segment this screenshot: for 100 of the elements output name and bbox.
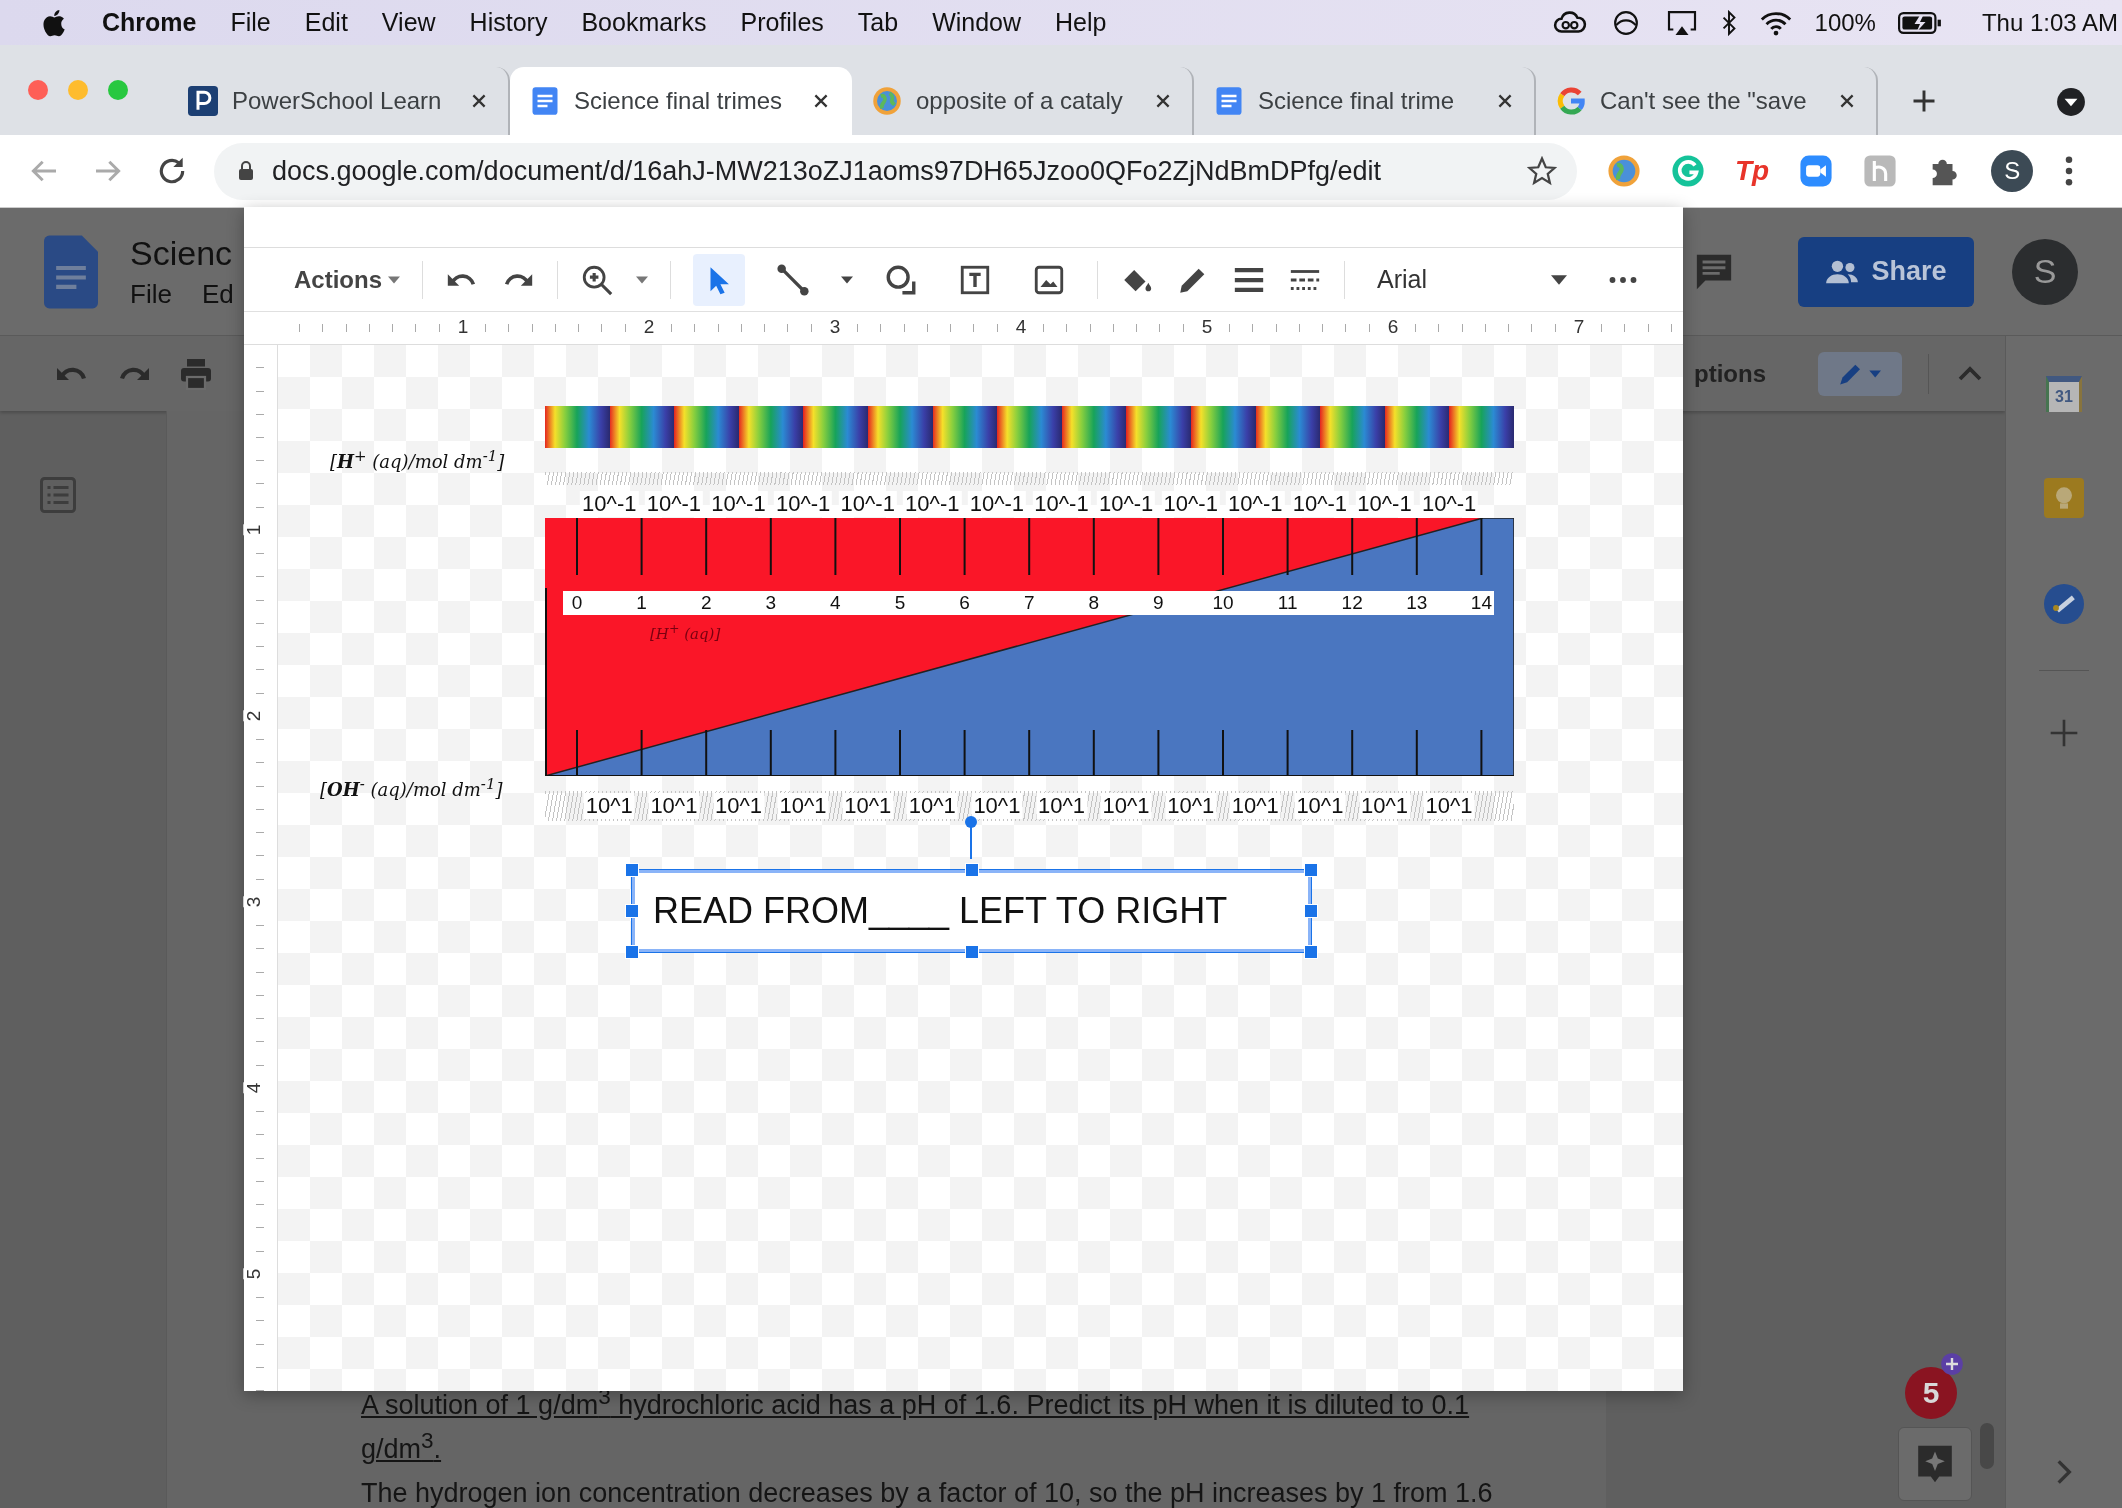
menu-item[interactable]: Bookmarks [581, 8, 707, 37]
menu-item[interactable]: View [381, 8, 436, 37]
document-icon [1214, 86, 1244, 116]
select-tool[interactable] [693, 253, 745, 306]
resize-handle[interactable] [625, 863, 639, 877]
menu-item[interactable]: File [130, 278, 172, 310]
scale-label: 10^1 [1359, 793, 1410, 819]
resize-handle[interactable] [964, 863, 979, 877]
font-dropdown[interactable]: Arial [1367, 265, 1567, 294]
caret-icon[interactable] [841, 275, 853, 284]
favicon-icon [188, 86, 218, 116]
resize-handle[interactable] [625, 904, 639, 918]
menu-item[interactable]: File [230, 8, 271, 37]
address-bar[interactable]: docs.google.com/document/d/16ahJ-MW213oZJ1aoms97DH65Jzoo0QFo2ZjNdBmDPfg/edit [214, 142, 1577, 200]
scale-label: 10^-1 [1419, 491, 1479, 517]
document-icon [530, 86, 560, 116]
scale-label: 10^-1 [1290, 491, 1350, 517]
ph-number: 11 [1277, 592, 1298, 614]
calendar-icon[interactable]: 31 [2046, 376, 2082, 412]
line-icon [776, 262, 810, 297]
menu-item[interactable]: Ed [201, 278, 234, 310]
battery-icon[interactable] [1897, 9, 1942, 36]
tile-icon[interactable] [1863, 154, 1898, 188]
scale-label: 10^1 [971, 793, 1023, 819]
resize-handle[interactable] [1304, 945, 1318, 959]
scale-label: 10^1 [583, 793, 635, 819]
more-icon[interactable] [1609, 275, 1637, 284]
wifi-icon[interactable] [1758, 9, 1793, 36]
resize-handle[interactable] [625, 945, 639, 959]
close-icon[interactable] [812, 92, 830, 110]
ph-number: 6 [959, 592, 970, 614]
bluetooth-icon[interactable] [1720, 9, 1737, 36]
close-icon[interactable] [1838, 92, 1856, 110]
ph-number: 14 [1470, 592, 1492, 614]
close-icon[interactable] [1496, 92, 1514, 110]
scale-label: 10^1 [1165, 793, 1217, 819]
share-button[interactable]: Share [1798, 236, 1974, 307]
scale-label: 10^-1 [1032, 491, 1091, 517]
globe-icon [872, 86, 902, 116]
resize-handle[interactable] [964, 945, 979, 959]
menu-item[interactable]: Window [932, 8, 1022, 37]
close-icon[interactable] [1154, 92, 1172, 110]
scale-label: 10^-1 [967, 491, 1027, 517]
dropdown-icon[interactable] [2056, 87, 2086, 117]
scale-label: 10^1 [1036, 793, 1087, 819]
ph-number: 9 [1153, 592, 1164, 614]
text-box[interactable]: READ FROM____ LEFT TO RIGHT [632, 870, 1311, 952]
globe-icon[interactable] [1607, 154, 1641, 188]
ph-number: 1 [636, 592, 647, 614]
ph-number: 0 [571, 592, 583, 614]
scale-label: 10^1 [1294, 793, 1346, 819]
actions-menu[interactable]: Actions [294, 265, 400, 294]
scale-label: 10^1 [842, 793, 894, 819]
app-menu[interactable]: Chrome [102, 8, 197, 37]
scale-label: 10^-1 [903, 491, 962, 517]
paragraph: The hydrogen ion concentration decreases by a factor of 10, so the pH increases by 1 from 1.6 [361, 1477, 1494, 1508]
clock[interactable]: Thu 1:03 AM [1981, 8, 2118, 37]
document-title[interactable]: Scienc [130, 233, 234, 273]
ruler-number: 3 [243, 896, 266, 908]
caret-icon [388, 275, 400, 284]
ph-number: 8 [1088, 592, 1100, 614]
menu-item[interactable]: Tab [857, 8, 899, 37]
ph-number: 5 [894, 592, 906, 614]
caret-icon [1551, 274, 1567, 285]
scale-label: 10^-1 [1161, 491, 1220, 517]
menu-item[interactable]: Help [1055, 8, 1107, 37]
rotate-handle[interactable] [964, 815, 978, 859]
apple-icon[interactable] [42, 7, 68, 38]
caret-icon[interactable] [636, 275, 648, 284]
scale-label: 10^1 [1423, 793, 1475, 819]
profile-avatar[interactable]: S [1991, 150, 2034, 192]
battery-percentage: 100% [1814, 8, 1876, 37]
cloud-icon[interactable] [1552, 9, 1587, 36]
check-icon[interactable] [2044, 584, 2084, 624]
add-icon[interactable] [2048, 717, 2080, 749]
browser-tab[interactable]: Science final trimes [510, 67, 852, 135]
axis-label: [OH$^{-}$ (aq)/mol dm$^{-1}$] [320, 775, 503, 800]
ruler-number: 4 [243, 1082, 266, 1094]
extension-button[interactable]: Tp [1735, 155, 1770, 187]
notification-badge[interactable]: 5 [1905, 1367, 1957, 1419]
scale-caption: [H$^{+}$ (aq)] [650, 621, 721, 643]
resize-handle[interactable] [1304, 863, 1318, 877]
menu-item[interactable]: History [469, 8, 548, 37]
explore-button[interactable] [1898, 1427, 1972, 1501]
scale-label: 10^1 [713, 793, 764, 819]
camera-icon[interactable] [1799, 154, 1834, 188]
resize-handle[interactable] [1304, 904, 1318, 918]
scale-label: 10^1 [906, 793, 958, 819]
ruler-number: 5 [243, 1268, 266, 1280]
menu-item[interactable]: Edit [304, 8, 348, 37]
star-icon[interactable] [1527, 156, 1557, 186]
scale-label: 10^-1 [838, 491, 897, 517]
account-avatar[interactable]: S [2012, 238, 2078, 305]
close-icon[interactable] [470, 92, 488, 110]
ruler-number: 1 [243, 524, 266, 536]
ph-number: 7 [1023, 592, 1035, 614]
menu-item[interactable]: Profiles [740, 8, 824, 37]
scale-label: 10^-1 [644, 491, 704, 517]
ruler-number: 2 [243, 710, 266, 722]
plus-icon [1940, 1352, 1964, 1376]
